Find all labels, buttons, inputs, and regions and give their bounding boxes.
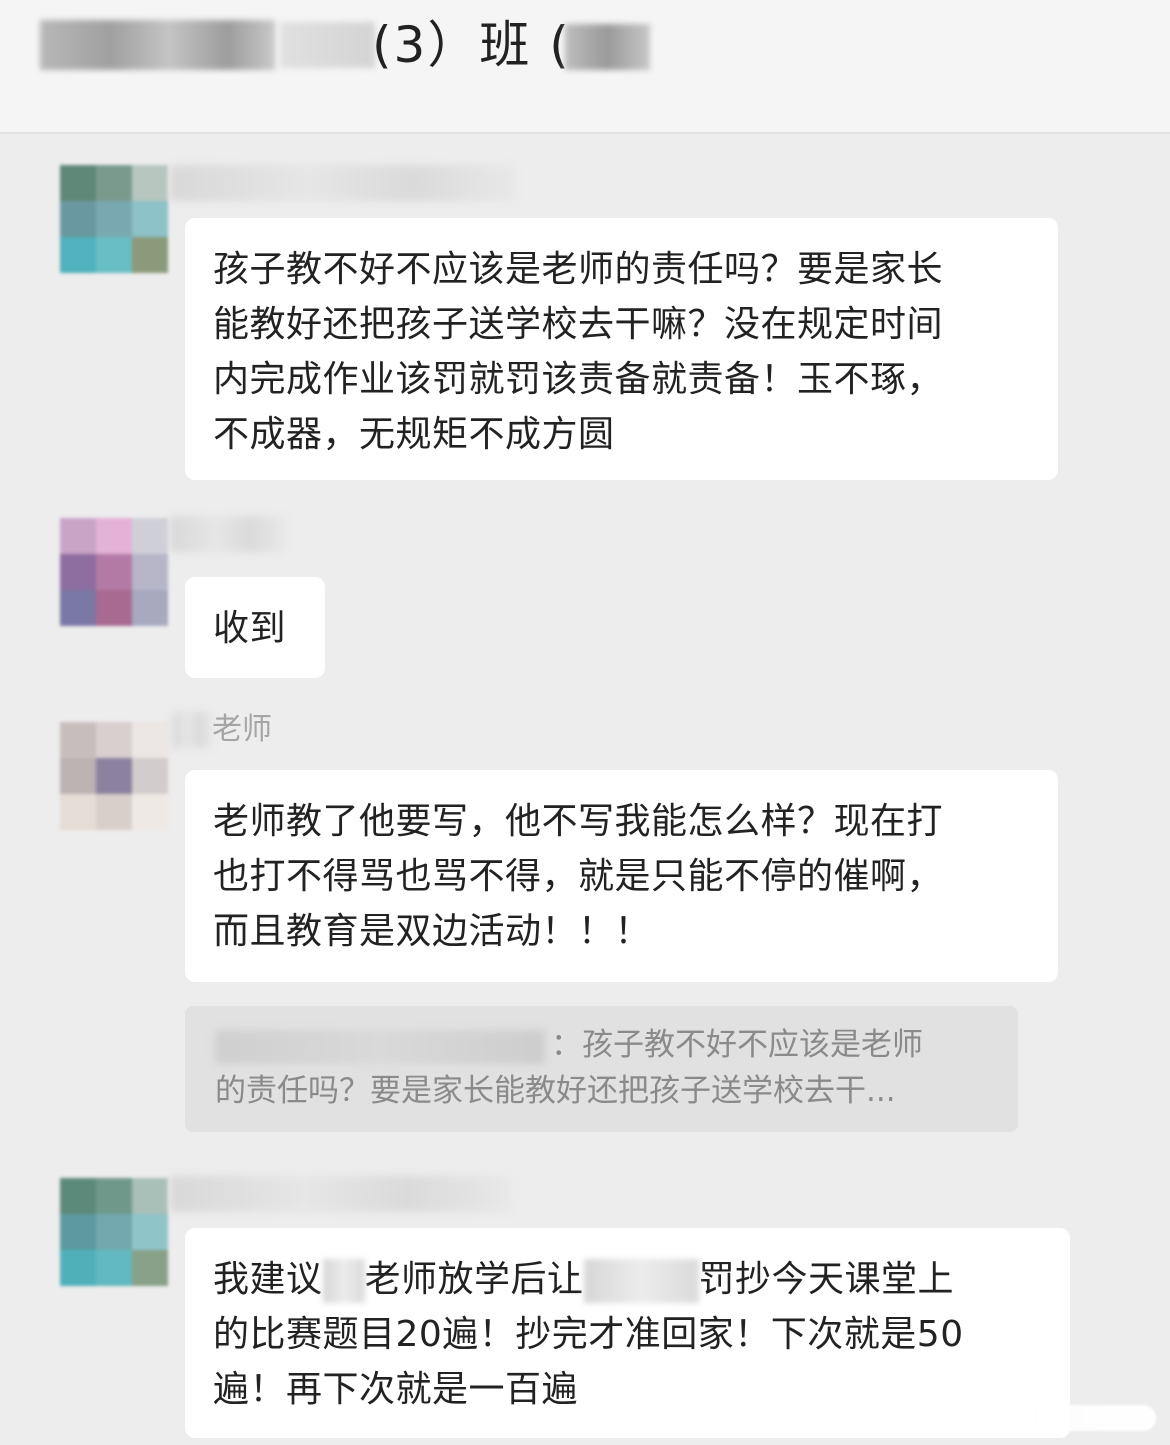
- chat-title: (3）班 (: [372, 16, 571, 74]
- message-text: 罚抄今天课堂上: [698, 1259, 955, 1300]
- message-line: 收到: [213, 608, 287, 649]
- quoted-sender-blurred: [215, 1029, 545, 1064]
- message-bubble[interactable]: 老师教了他要写，他不写我能怎么样？现在打 也打不得骂也骂不得，就是只能不停的催啊…: [185, 770, 1058, 982]
- quote-line: 的责任吗？要是家长能教好还把孩子送学校去干...: [215, 1073, 896, 1109]
- quoted-reply[interactable]: ：孩子教不好不应该是老师 的责任吗？要是家长能教好还把孩子送学校去干...: [185, 1006, 1018, 1132]
- message-line: 的比赛题目20遍！抄完才准回家！下次就是50: [213, 1314, 964, 1355]
- message-line: 内完成作业该罚就罚该责备就责备！玉不琢，: [213, 359, 944, 400]
- avatar[interactable]: [60, 722, 168, 830]
- message-line: 孩子教不好不应该是老师的责任吗？要是家长: [213, 249, 944, 290]
- message-line: 而且教育是双边活动！！！: [213, 911, 652, 952]
- sender-name-blurred: [170, 165, 515, 201]
- quote-line: ：孩子教不好不应该是老师: [551, 1027, 923, 1063]
- avatar[interactable]: [60, 1178, 168, 1286]
- sender-name-blurred: [170, 1176, 510, 1212]
- sender-name-blurred: [172, 712, 212, 748]
- message-text: 老师放学后让: [364, 1259, 584, 1300]
- message-line: 能教好还把孩子送学校去干嘛？没在规定时间: [213, 304, 944, 345]
- chat-header: (3）班 (: [0, 0, 1170, 134]
- message-line: 不成器，无规矩不成方圆: [213, 414, 615, 455]
- message-text: 我建议: [213, 1259, 323, 1300]
- header-title-blurred-prefix: [40, 20, 275, 70]
- avatar[interactable]: [60, 165, 168, 273]
- watermark: [946, 1405, 1156, 1431]
- message-bubble[interactable]: 孩子教不好不应该是老师的责任吗？要是家长 能教好还把孩子送学校去干嘛？没在规定时…: [185, 218, 1058, 480]
- message-bubble[interactable]: 我建议 老师放学后让 罚抄今天课堂上 的比赛题目20遍！抄完才准回家！下次就是50 …: [185, 1228, 1070, 1438]
- redacted-name: [322, 1259, 365, 1303]
- header-title-blurred-suffix: [565, 24, 650, 70]
- redacted-name: [583, 1259, 699, 1303]
- message-line: 老师教了他要写，他不写我能怎么样？现在打: [213, 801, 944, 842]
- message-line: 也打不得骂也骂不得，就是只能不停的催啊，: [213, 856, 944, 897]
- message-line: 遍！再下次就是一百遍: [213, 1369, 579, 1410]
- header-title-blurred-middle: [280, 22, 375, 68]
- message-bubble[interactable]: 收到: [185, 577, 325, 678]
- sender-name: 老师: [212, 712, 272, 747]
- avatar[interactable]: [60, 518, 168, 626]
- sender-name-blurred: [170, 516, 285, 552]
